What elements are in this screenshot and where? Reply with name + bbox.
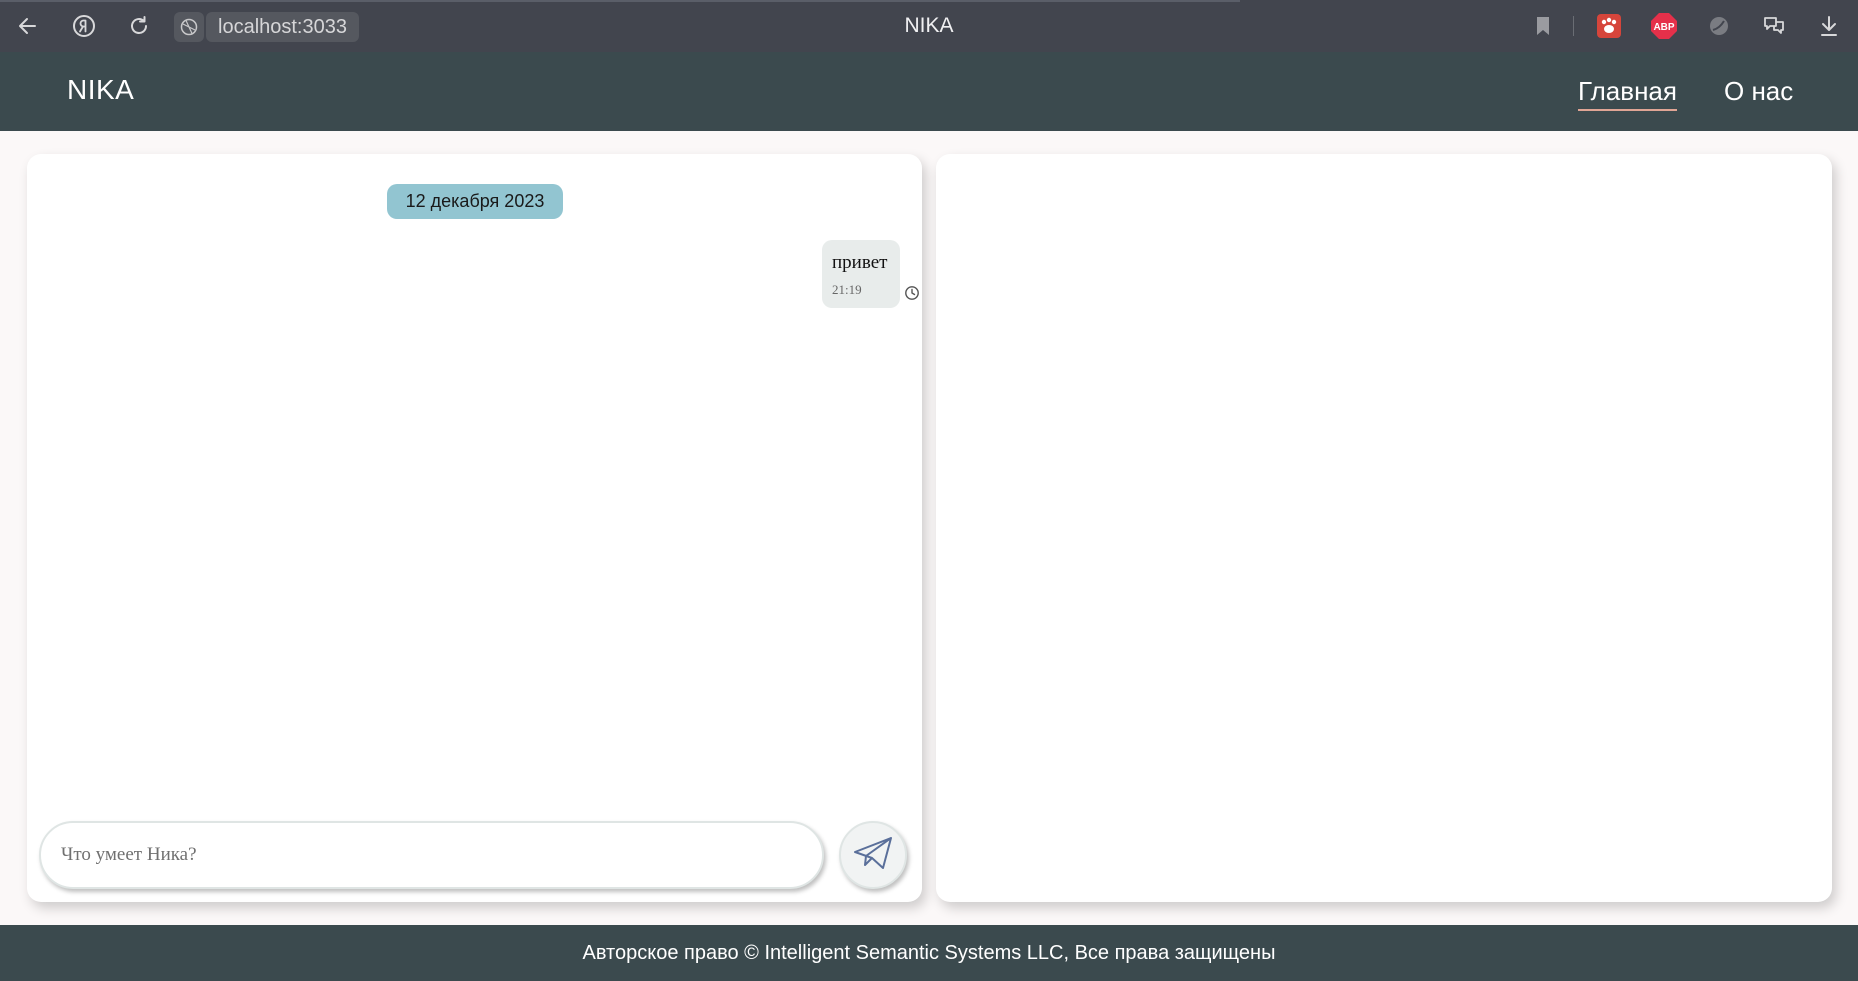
- date-separator: 12 декабря 2023: [387, 184, 563, 219]
- message-time: 21:19: [832, 282, 862, 297]
- copyright-text: Авторское право © Intelligent Semantic S…: [582, 941, 1276, 964]
- user-message: привет 21:19: [822, 240, 900, 308]
- message-text: привет: [832, 252, 888, 273]
- message-input[interactable]: [41, 823, 822, 887]
- toolbar-divider: [1573, 16, 1574, 36]
- reload-icon[interactable]: [122, 9, 156, 43]
- content-panel: [936, 154, 1832, 902]
- chat-panel: 12 декабря 2023 привет 21:19: [27, 154, 922, 902]
- download-icon[interactable]: [1812, 9, 1846, 43]
- extension-paw-icon[interactable]: [1592, 9, 1626, 43]
- message-input-container: [39, 821, 824, 889]
- adblock-label: ABP: [1653, 22, 1674, 33]
- adblock-icon[interactable]: ABP: [1647, 9, 1681, 43]
- site-info-icon[interactable]: [174, 12, 204, 42]
- paper-plane-icon: [852, 835, 894, 876]
- send-button[interactable]: [839, 821, 907, 889]
- address-bar[interactable]: localhost:3033: [206, 12, 359, 42]
- app-logo[interactable]: NIKA: [67, 74, 134, 106]
- app-header: NIKA Главная О нас: [0, 52, 1858, 131]
- app-footer: Авторское право © Intelligent Semantic S…: [0, 925, 1858, 981]
- back-icon[interactable]: [11, 9, 45, 43]
- loading-progress: [0, 0, 1240, 2]
- yandex-icon[interactable]: [67, 9, 101, 43]
- clock-icon: [904, 285, 920, 306]
- browser-toolbar: localhost:3033 NIKA ABP: [0, 0, 1858, 52]
- extension-leaf-icon[interactable]: [1702, 9, 1736, 43]
- nav-link-about[interactable]: О нас: [1724, 76, 1793, 107]
- url-text: localhost:3033: [218, 15, 347, 38]
- nav-link-home[interactable]: Главная: [1578, 76, 1677, 111]
- bookmark-icon[interactable]: [1526, 9, 1560, 43]
- chat-bubbles-icon[interactable]: [1757, 9, 1791, 43]
